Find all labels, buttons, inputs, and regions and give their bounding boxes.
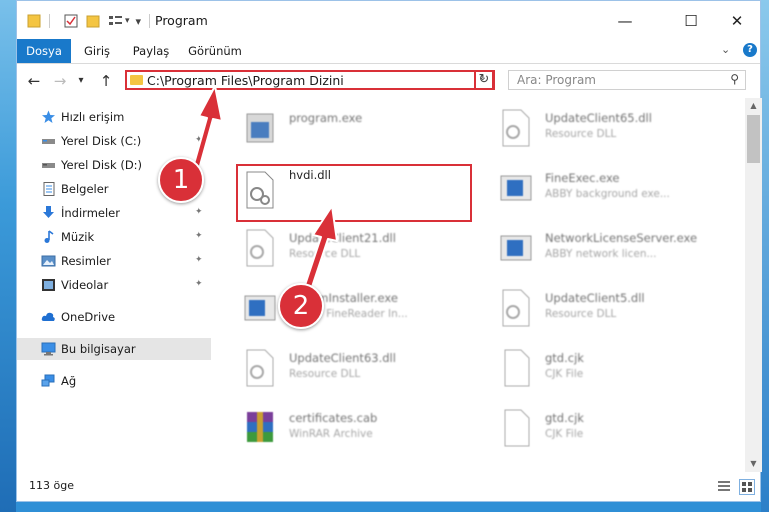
step-1-badge: 1 [158,157,204,203]
annotation-arrows [189,85,338,303]
step-2-badge: 2 [278,283,324,329]
